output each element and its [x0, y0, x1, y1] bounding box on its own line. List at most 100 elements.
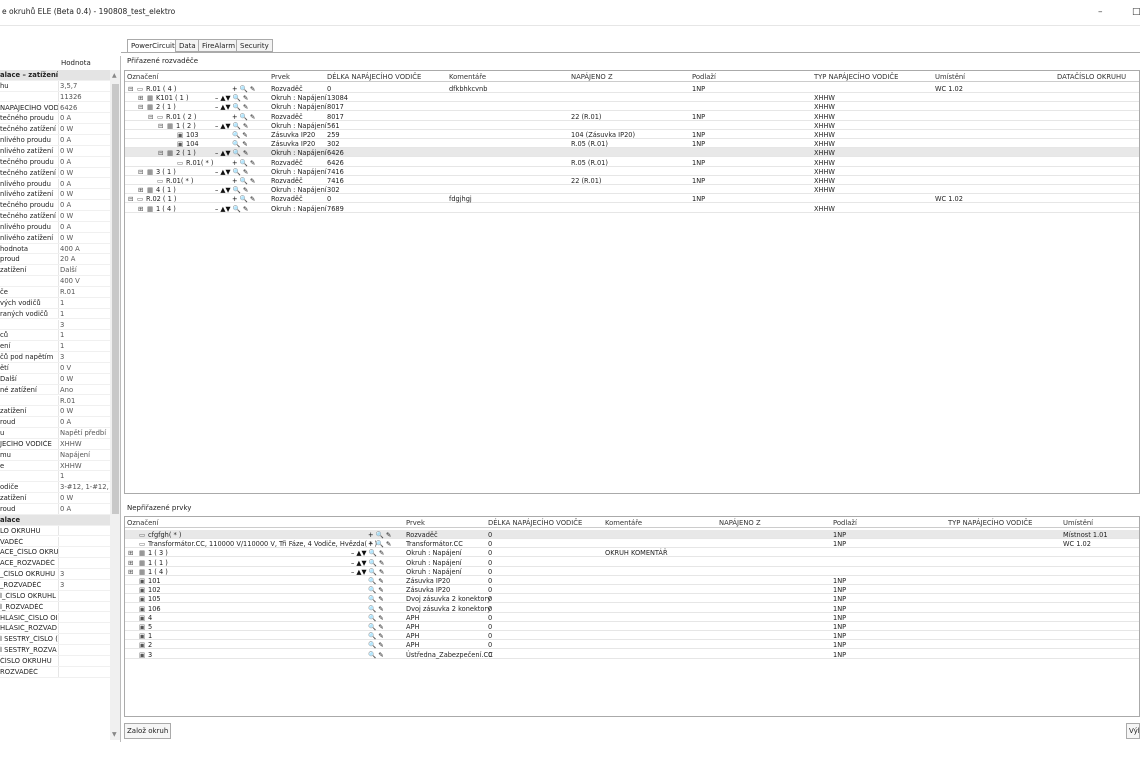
- property-row[interactable]: HLÁSIČ_ČÍSLO OI: [0, 612, 110, 624]
- property-row[interactable]: vých vodičů 1: [0, 297, 110, 309]
- row-action-icons[interactable]: – ▲▼ 🔍 ✎: [215, 205, 248, 213]
- property-row[interactable]: Í SESTRY_ROZVA: [0, 645, 110, 656]
- row-action-icons[interactable]: – ▲▼ 🔍 ✎: [215, 186, 248, 194]
- list-row[interactable]: ▣ 5 🔍 ✎ APH 0 1NP: [125, 622, 1139, 631]
- row-action-icons[interactable]: – ▲▼ 🔍 ✎: [351, 568, 384, 576]
- property-row[interactable]: nlivého zatížení 0 W: [0, 189, 110, 201]
- row-action-icons[interactable]: + 🔍 ✎: [232, 159, 255, 167]
- property-value[interactable]: 0 A: [60, 201, 110, 209]
- item-name[interactable]: R.01 ( 4 ): [146, 85, 176, 93]
- property-value[interactable]: 3: [60, 353, 110, 361]
- row-action-icons[interactable]: – ▲▼ 🔍 ✎: [215, 168, 248, 176]
- list-row[interactable]: ▣ 2 🔍 ✎ APH 0 1NP: [125, 640, 1139, 650]
- property-row[interactable]: 11326: [0, 91, 110, 103]
- minimize-button[interactable]: –: [1098, 7, 1103, 17]
- property-value[interactable]: R.01: [60, 288, 110, 296]
- expand-toggle-icon[interactable]: ⊟: [158, 122, 164, 130]
- property-value[interactable]: Napájení: [60, 451, 110, 459]
- list-row[interactable]: ▭ Transformátor.CC, 110000 V/110000 V, Tř…: [125, 539, 1139, 549]
- col-header-umisteni[interactable]: Umístění: [935, 73, 965, 81]
- property-row[interactable]: nlivého zatížení 0 W: [0, 145, 110, 157]
- list-row[interactable]: ▣ 106 🔍 ✎ Dvoj zásuvka 2 konektory 0 1NP: [125, 604, 1139, 613]
- col-header-podlazi[interactable]: Podlaží: [833, 519, 857, 527]
- item-name[interactable]: cfgfgh( * ): [148, 531, 181, 539]
- property-row[interactable]: HLÁSIČ_ROZVAD: [0, 623, 110, 635]
- list-row[interactable]: ⊞ ▦ 1 ( 3 ) – ▲▼ 🔍 ✎ Okruh : Napájení 0 OKRUH …: [125, 548, 1139, 558]
- property-value[interactable]: 0 V: [60, 364, 110, 372]
- expand-toggle-icon[interactable]: ⊞: [128, 568, 134, 576]
- list-row[interactable]: ⊞ ▦ 1 ( 4 ) – ▲▼ 🔍 ✎ Okruh : Napájení 0: [125, 567, 1139, 576]
- item-name[interactable]: 2: [148, 641, 152, 649]
- property-row[interactable]: ACE_ROZVADĚČ: [0, 558, 110, 570]
- expand-toggle-icon[interactable]: ⊟: [128, 85, 134, 93]
- property-row[interactable]: roud 0 A: [0, 417, 110, 428]
- property-value[interactable]: 3-#12, 1-#12,: [60, 483, 110, 491]
- property-value[interactable]: 0 W: [60, 212, 110, 220]
- item-name[interactable]: Transformátor.CC, 110000 V/110000 V, Tři…: [148, 540, 377, 548]
- property-row[interactable]: nlivého zatížení 0 W: [0, 232, 110, 244]
- property-value[interactable]: Napětí předbí: [60, 429, 110, 437]
- property-value[interactable]: 0 A: [60, 136, 110, 144]
- row-action-icons[interactable]: – ▲▼ 🔍 ✎: [351, 549, 384, 557]
- maximize-button[interactable]: □: [1132, 7, 1140, 17]
- col-header-oznaceni[interactable]: Označení: [127, 73, 159, 81]
- property-row[interactable]: ACE_ČÍSLO OKRUL: [0, 547, 110, 559]
- property-value[interactable]: 3: [60, 581, 110, 589]
- tab-powercircuit[interactable]: PowerCircuit: [127, 39, 179, 53]
- row-action-icons[interactable]: + 🔍 ✎: [232, 85, 255, 93]
- property-row[interactable]: _ROZVADĚČ 3: [0, 579, 110, 591]
- property-row[interactable]: zatížení Další: [0, 265, 110, 277]
- row-action-icons[interactable]: 🔍 ✎: [368, 632, 384, 640]
- col-header-komentare[interactable]: Komentáře: [605, 519, 642, 527]
- row-action-icons[interactable]: 🔍 ✎: [232, 140, 248, 148]
- property-value[interactable]: 0 W: [60, 494, 110, 502]
- col-header-delka[interactable]: DÉLKA NAPÁJECÍHO VODIČE: [488, 519, 582, 527]
- row-action-icons[interactable]: + 🔍 ✎: [368, 540, 391, 548]
- property-row[interactable]: né zatížení Ano: [0, 384, 110, 396]
- property-row[interactable]: Další 0 W: [0, 373, 110, 385]
- property-value[interactable]: XHHW: [60, 440, 110, 448]
- property-value[interactable]: 0 A: [60, 114, 110, 122]
- property-row[interactable]: nlivého proudu 0 A: [0, 135, 110, 146]
- tree-row[interactable]: ▣ 103 🔍 ✎ Zásuvka IP20 259 104 (Zásuvka IP20)…: [125, 130, 1139, 139]
- col-header-delka[interactable]: DÉLKA NAPÁJECÍHO VODIČE: [327, 73, 421, 81]
- property-row[interactable]: tečného proudu 0 A: [0, 113, 110, 125]
- tree-row[interactable]: ⊟ ▭ R.01 ( 4 ) + 🔍 ✎ Rozvaděč 0 dfkbhkcvnb 1NP W…: [125, 84, 1139, 93]
- property-value[interactable]: 20 A: [60, 255, 110, 263]
- property-row[interactable]: ROZVADĚČ: [0, 666, 110, 678]
- property-row[interactable]: u Napětí předbí: [0, 428, 110, 439]
- property-row[interactable]: alace: [0, 514, 110, 526]
- property-row[interactable]: hodnota 400 A: [0, 243, 110, 255]
- property-row[interactable]: 3: [0, 319, 110, 331]
- col-header-napajeno[interactable]: NAPÁJENO Z: [571, 73, 613, 81]
- col-header-podlazi[interactable]: Podlaží: [692, 73, 716, 81]
- item-name[interactable]: 1 ( 4 ): [156, 205, 176, 213]
- property-row[interactable]: tečného zatížení 0 W: [0, 211, 110, 222]
- col-header-typ[interactable]: TYP NAPÁJECÍHO VODIČE: [814, 73, 898, 81]
- col-header-komentare[interactable]: Komentáře: [449, 73, 486, 81]
- property-value[interactable]: 400 A: [60, 245, 110, 253]
- item-name[interactable]: 4 ( 1 ): [156, 186, 176, 194]
- col-header-oznaceni[interactable]: Označení: [127, 519, 159, 527]
- property-row[interactable]: nlivého proudu 0 A: [0, 221, 110, 233]
- item-name[interactable]: 3 ( 1 ): [156, 168, 176, 176]
- expand-toggle-icon[interactable]: ⊞: [138, 186, 144, 194]
- item-name[interactable]: 104: [186, 140, 199, 148]
- property-value[interactable]: 1: [60, 310, 110, 318]
- property-row[interactable]: tečného proudu 0 A: [0, 200, 110, 211]
- property-row[interactable]: proud 20 A: [0, 254, 110, 266]
- property-row[interactable]: NAPÁJECÍHO VODIČ6426: [0, 102, 110, 114]
- property-row[interactable]: zatížení 0 W: [0, 406, 110, 418]
- list-row[interactable]: ▣ 1 🔍 ✎ APH 0 1NP: [125, 631, 1139, 641]
- row-action-icons[interactable]: – ▲▼ 🔍 ✎: [215, 103, 248, 111]
- select-button[interactable]: Výb: [1126, 723, 1140, 739]
- item-name[interactable]: 1 ( 1 ): [148, 559, 168, 567]
- property-value[interactable]: 400 V: [60, 277, 110, 285]
- item-name[interactable]: K101 ( 1 ): [156, 94, 189, 102]
- row-action-icons[interactable]: 🔍 ✎: [368, 651, 384, 659]
- row-action-icons[interactable]: 🔍 ✎: [368, 605, 384, 613]
- item-name[interactable]: 1 ( 4 ): [148, 568, 168, 576]
- property-value[interactable]: XHHW: [60, 462, 110, 470]
- list-row[interactable]: ▣ 3 🔍 ✎ Ústředna_Zabezpečení.CC 0 1NP: [125, 650, 1139, 659]
- property-row[interactable]: e XHHW: [0, 460, 110, 472]
